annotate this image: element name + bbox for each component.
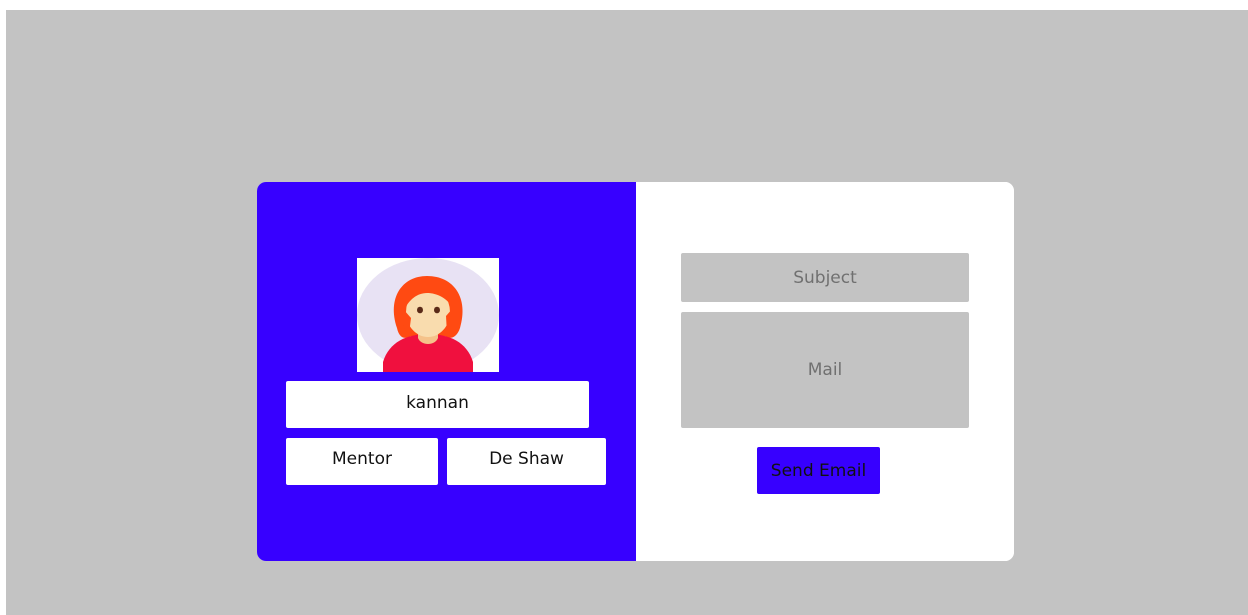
profile-panel: kannan Mentor De Shaw xyxy=(257,182,636,561)
mentor-role-field: Mentor xyxy=(286,438,438,485)
send-email-button[interactable]: Send Email xyxy=(757,447,880,494)
mentor-company-text: De Shaw xyxy=(489,448,564,469)
mentor-company-field: De Shaw xyxy=(447,438,606,485)
email-panel: Send Email xyxy=(636,182,1014,561)
subject-input[interactable] xyxy=(681,253,969,302)
page-background: kannan Mentor De Shaw Send Email xyxy=(6,10,1248,615)
mentor-name-field: kannan xyxy=(286,381,589,428)
mentor-contact-card: kannan Mentor De Shaw Send Email xyxy=(257,182,1014,561)
mail-textarea[interactable] xyxy=(681,312,969,428)
woman-avatar-icon xyxy=(357,258,499,372)
avatar xyxy=(357,258,499,372)
mentor-name-text: kannan xyxy=(406,392,469,413)
mentor-role-text: Mentor xyxy=(332,448,392,469)
